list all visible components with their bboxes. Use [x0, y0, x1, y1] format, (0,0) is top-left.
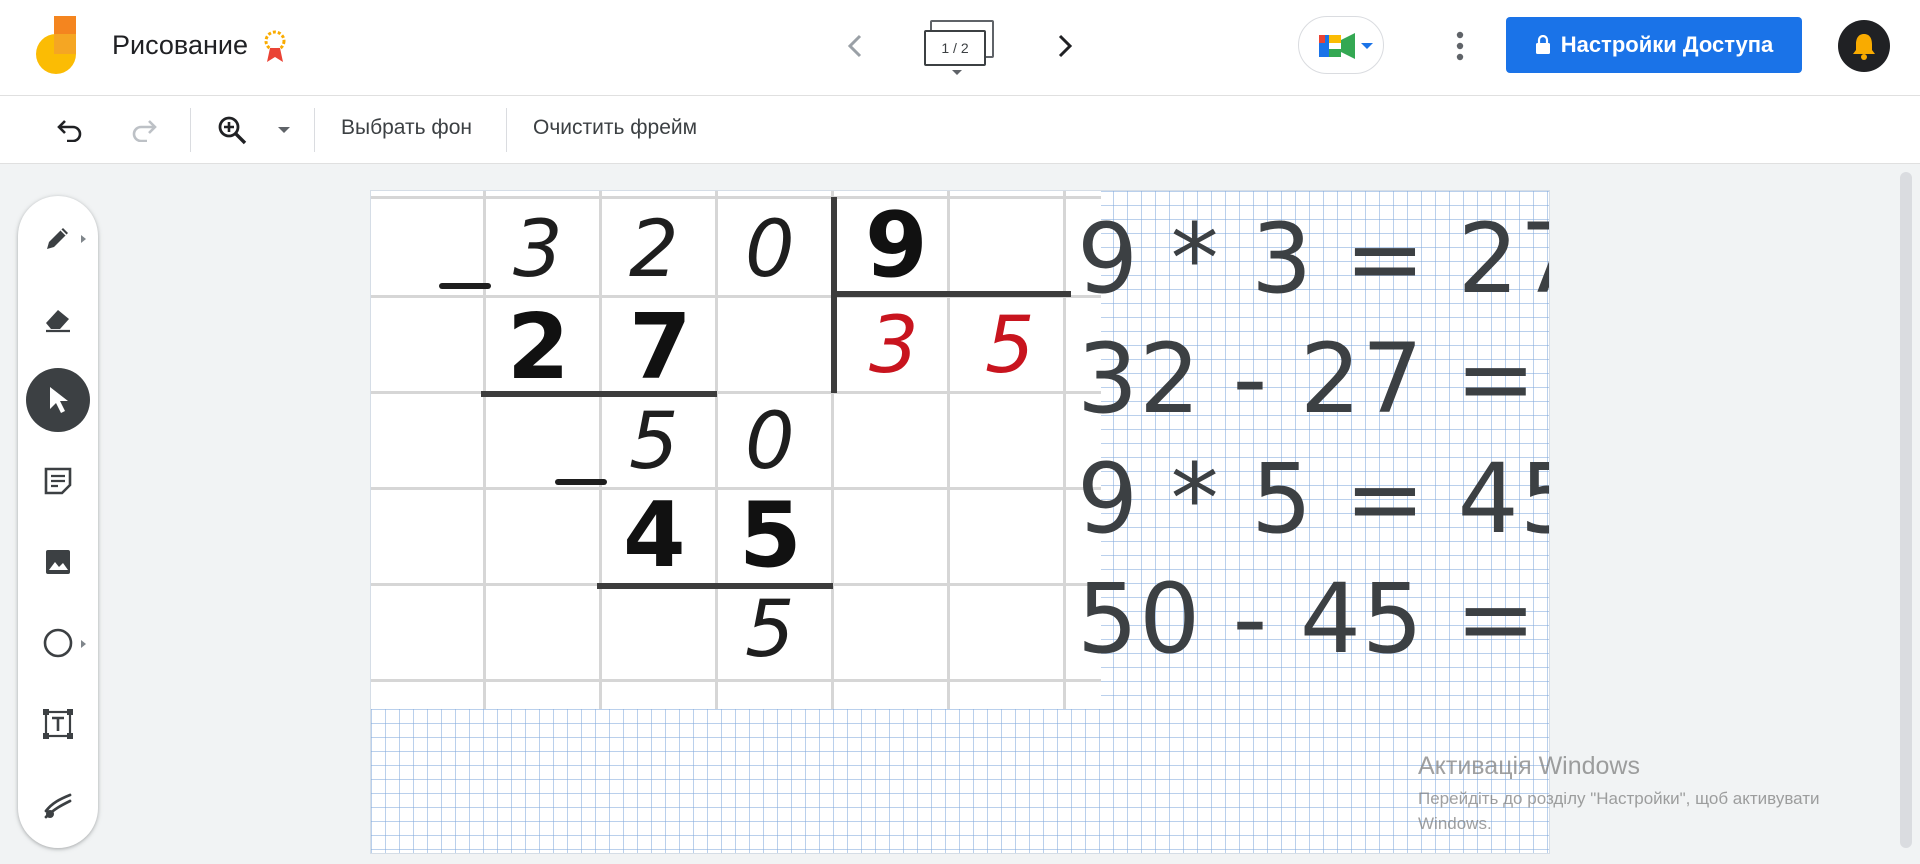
previous-frame-button[interactable] — [838, 26, 872, 66]
toolbar-divider — [314, 108, 315, 152]
equation-text[interactable]: 9 * 5 = 45 — [1077, 451, 1549, 547]
grid-line — [371, 487, 1101, 490]
redo-icon — [132, 120, 157, 142]
quotient-digit: 3 — [869, 301, 919, 391]
circle-icon — [43, 628, 73, 658]
tool-select[interactable] — [26, 368, 90, 432]
account-avatar[interactable] — [1838, 20, 1890, 72]
next-frame-button[interactable] — [1048, 26, 1082, 66]
frame-indicator-button[interactable]: 1 / 2 — [922, 18, 998, 78]
tool-image[interactable] — [26, 530, 90, 594]
grid-line — [599, 191, 602, 709]
eraser-icon — [46, 310, 70, 333]
equation-text[interactable]: 9 * 3 = 27 — [1077, 211, 1549, 307]
meet-button[interactable] — [1298, 16, 1384, 74]
caret-down-icon — [1361, 43, 1373, 49]
partial-remainder-digit: 0 — [745, 397, 795, 487]
jamboard-canvas[interactable]: 3 2 0 9 2 7 3 5 5 0 4 5 5 9 * 3 = 27 32 … — [370, 190, 1550, 854]
jamboard-logo-icon[interactable] — [36, 16, 80, 76]
submenu-caret-icon — [81, 235, 86, 243]
windows-activation-title: Активація Windows — [1418, 752, 1640, 780]
subtrahend-digit: 7 — [629, 295, 692, 400]
equation-text[interactable]: 50 - 45 = 5 — [1077, 571, 1549, 667]
tool-laser[interactable] — [26, 773, 90, 837]
pen-icon — [47, 228, 68, 249]
zoom-dropdown-caret-icon[interactable] — [278, 127, 290, 133]
long-division-image[interactable]: 3 2 0 9 2 7 3 5 5 0 4 5 5 — [371, 191, 1101, 709]
more-options-button[interactable] — [1444, 26, 1476, 66]
partial-remainder-digit: 5 — [629, 397, 679, 487]
vertical-scrollbar[interactable] — [1900, 172, 1912, 848]
equation-text[interactable]: 32 - 27 = 5 — [1077, 331, 1549, 427]
frame-counter: 1 / 2 — [924, 30, 986, 66]
subtrahend-digit: 5 — [739, 483, 802, 588]
tool-palette — [18, 196, 98, 848]
quotient-digit: 5 — [985, 301, 1035, 391]
dividend-digit: 2 — [629, 205, 679, 295]
image-icon — [46, 550, 70, 574]
tool-eraser[interactable] — [26, 287, 90, 351]
zoom-button[interactable] — [212, 110, 252, 150]
minus-sign — [439, 283, 491, 289]
subtrahend-digit: 4 — [623, 483, 686, 588]
more-vert-icon — [1456, 31, 1464, 61]
lock-icon — [1535, 35, 1550, 54]
grid-line — [371, 679, 1101, 682]
dividend-digit: 3 — [513, 205, 563, 295]
user-avatar-icon — [1853, 34, 1875, 60]
tool-pen[interactable] — [26, 206, 90, 270]
laser-icon — [44, 793, 72, 819]
meet-camera-icon — [1319, 33, 1355, 59]
toolbar-divider — [190, 108, 191, 152]
divisor-digit: 9 — [865, 193, 928, 298]
minus-sign — [555, 479, 607, 485]
grid-line — [483, 191, 486, 709]
dividend-digit: 0 — [745, 205, 795, 295]
redo-button[interactable] — [124, 110, 164, 150]
frame-toolbar: Выбрать фон Очистить фрейм — [0, 96, 1920, 164]
chevron-left-icon — [847, 34, 862, 58]
award-icon — [264, 30, 286, 62]
zoom-in-icon — [218, 116, 247, 145]
remainder-digit: 5 — [745, 585, 795, 675]
submenu-caret-icon — [81, 640, 86, 648]
tool-shape[interactable] — [26, 611, 90, 675]
grid-line — [715, 191, 718, 709]
caret-down-icon — [952, 70, 962, 75]
share-button-label: Настройки Доступа — [1560, 32, 1774, 57]
undo-icon — [57, 120, 82, 142]
clear-frame-button[interactable]: Очистить фрейм — [533, 116, 697, 140]
windows-activation-text: Перейдіть до розділу "Настройки", щоб ак… — [1418, 789, 1820, 833]
select-arrow-icon — [50, 387, 68, 413]
grid-line — [371, 196, 1101, 199]
chevron-right-icon — [1058, 34, 1073, 58]
text-box-icon — [43, 709, 73, 739]
grid-line — [1063, 191, 1066, 709]
sticky-note-icon — [44, 467, 72, 495]
tool-sticky-note[interactable] — [26, 449, 90, 513]
share-access-button[interactable]: Настройки Доступа — [1506, 17, 1802, 73]
tool-text-box[interactable] — [26, 692, 90, 756]
toolbar-divider — [506, 108, 507, 152]
subtrahend-digit: 2 — [507, 295, 570, 400]
undo-button[interactable] — [50, 110, 90, 150]
document-title[interactable]: Рисование — [112, 30, 248, 61]
grid-line — [947, 191, 950, 709]
top-bar: Рисование 1 / 2 Настройки Доступа — [0, 0, 1920, 96]
choose-background-button[interactable]: Выбрать фон — [341, 116, 472, 140]
